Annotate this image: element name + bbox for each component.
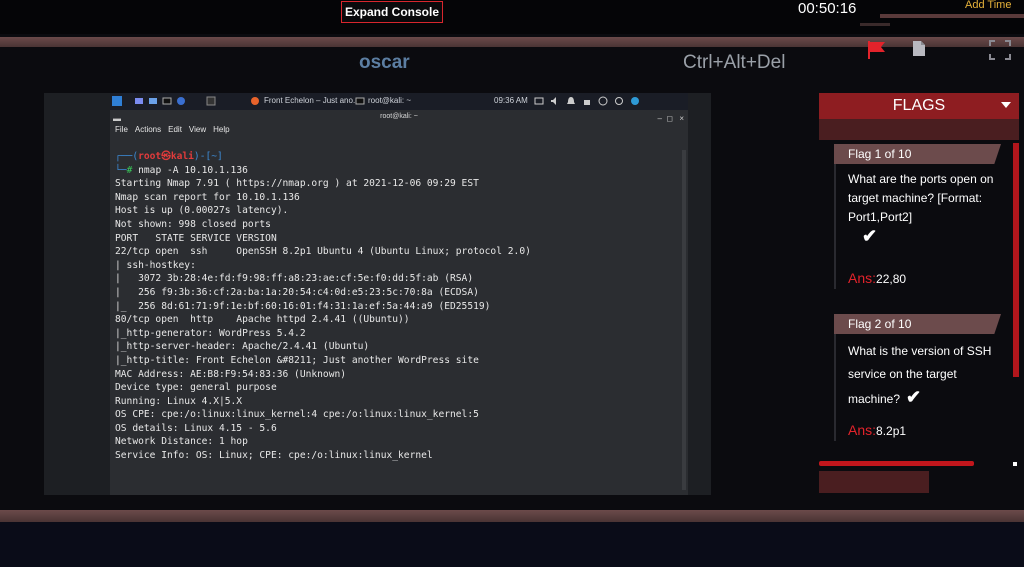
terminal-line: Starting Nmap 7.91 ( https://nmap.org ) … (115, 178, 479, 190)
terminal-line: PORT STATE SERVICE VERSION (115, 232, 277, 244)
top-decoration (880, 14, 1024, 18)
taskbar-clock: 09:36 AM (494, 96, 528, 105)
menu-actions[interactable]: Actions (135, 123, 161, 137)
document-icon[interactable] (912, 40, 926, 57)
taskbar-firefox-window[interactable]: Front Echelon – Just ano... (264, 96, 360, 105)
top-bar (0, 0, 1024, 34)
terminal-line: |_http-title: Front Echelon &#8211; Just… (115, 354, 479, 366)
lock-icon[interactable] (582, 96, 592, 106)
footer-area (0, 522, 1024, 567)
minimize-icon[interactable]: – (658, 112, 662, 125)
answer-value: 8.2p1 (876, 424, 907, 438)
add-time-button[interactable]: Add Time (965, 0, 1011, 11)
command-line: └─# nmap -A 10.10.1.136 (115, 164, 248, 176)
terminal-titlebar: ▬ root@kali: ~ – ◻ × (110, 110, 688, 123)
command-text: nmap -A 10.10.1.136 (138, 164, 248, 176)
flags-header-shadow (819, 119, 1019, 140)
display-icon[interactable] (534, 96, 544, 106)
session-name: oscar (359, 52, 410, 73)
terminal-line: Network Distance: 1 hop (115, 436, 248, 448)
flags-header-label: FLAGS (892, 97, 946, 114)
panel-bottom-decoration (819, 471, 929, 493)
refresh-icon[interactable] (614, 96, 624, 106)
terminal-line: Nmap scan report for 10.10.1.136 (115, 191, 300, 203)
scroll-dot (1013, 462, 1017, 466)
flag-card-2: Flag 2 of 10 What is the version of SSH … (834, 314, 1019, 441)
terminal-line: OS CPE: cpe:/o:linux:linux_kernel:4 cpe:… (115, 409, 479, 421)
flag-question: What are the ports open on target machin… (848, 172, 994, 224)
top-decoration-small (860, 23, 890, 26)
check-icon: ✔ (862, 226, 878, 246)
nmap-output: Starting Nmap 7.91 ( https://nmap.org ) … (115, 177, 685, 462)
desktop-icon[interactable] (134, 96, 144, 106)
kali-menu-icon[interactable] (112, 96, 122, 106)
volume-icon[interactable] (550, 96, 560, 106)
terminal-line: 22/tcp open ssh OpenSSH 8.2p1 Ubuntu 4 (… (115, 246, 531, 258)
terminal-line: |_http-generator: WordPress 5.4.2 (115, 327, 306, 339)
terminal-menu-bar: File Actions Edit View Help (110, 123, 688, 137)
check-icon: ✔ (906, 387, 922, 407)
terminal-line: Device type: general purpose (115, 382, 277, 394)
terminal-app-icon: ▬ (113, 114, 121, 123)
flag-title: Flag 2 of 10 (834, 314, 1001, 334)
vm-console[interactable]: Front Echelon – Just ano... root@kali: ~… (44, 93, 711, 495)
footer-band (0, 510, 1024, 522)
panel-scroll-progress (819, 461, 974, 466)
firefox-icon (251, 97, 259, 105)
answer-value: 22,80 (876, 272, 907, 286)
terminal-line: Service Info: OS: Linux; CPE: cpe:/o:lin… (115, 450, 433, 462)
terminal-line: Host is up (0.00027s latency). (115, 205, 289, 217)
flag-card-1: Flag 1 of 10 What are the ports open on … (834, 144, 1019, 289)
flag-title: Flag 1 of 10 (834, 144, 1001, 164)
files-icon[interactable] (148, 96, 158, 106)
terminal-line: |_http-server-header: Apache/2.4.41 (Ubu… (115, 341, 370, 353)
terminal-line: OS details: Linux 4.15 - 5.6 (115, 422, 277, 434)
terminal-line: |_ 256 8d:61:71:9f:1e:bf:60:16:01:f4:31:… (115, 300, 491, 312)
flags-panel: FLAGS Flag 1 of 10 What are the ports op… (819, 93, 1024, 493)
fullscreen-icon[interactable] (989, 40, 1011, 60)
flag-question: What is the version of SSH service on th… (848, 344, 992, 407)
browser-launch-icon[interactable] (176, 96, 186, 106)
terminal-scrollbar[interactable] (682, 150, 686, 490)
caret-down-icon[interactable] (1001, 102, 1011, 108)
kali-taskbar: Front Echelon – Just ano... root@kali: ~… (110, 93, 688, 110)
terminal-line: Running: Linux 4.X|5.X (115, 395, 243, 407)
terminal-line: MAC Address: AE:B8:F9:54:83:36 (Unknown) (115, 368, 347, 380)
terminal-line: | ssh-hostkey: (115, 259, 196, 271)
expand-console-button[interactable]: Expand Console (341, 1, 443, 23)
network-icon[interactable] (630, 96, 640, 106)
answer-label: Ans: (848, 270, 877, 286)
menu-help[interactable]: Help (213, 123, 229, 137)
menu-view[interactable]: View (189, 123, 206, 137)
terminal-line: | 256 f9:3b:36:cf:2a:ba:1a:20:54:c4:0d:e… (115, 286, 479, 298)
terminal-line: Not shown: 998 closed ports (115, 218, 271, 230)
terminal-launch-icon[interactable] (162, 96, 172, 106)
menu-file[interactable]: File (115, 123, 128, 137)
taskbar-terminal-window[interactable]: root@kali: ~ (368, 96, 411, 105)
terminal-window-icon (355, 97, 365, 105)
answer-label: Ans: (848, 422, 877, 438)
flag-body: What is the version of SSH service on th… (834, 334, 1008, 441)
flag-body: What are the ports open on target machin… (834, 164, 1008, 289)
terminal-line: | 3072 3b:28:4e:fd:f9:98:ff:a8:23:ae:cf:… (115, 273, 474, 285)
terminal-line: 80/tcp open http Apache httpd 2.4.41 ((U… (115, 314, 410, 326)
ctrl-alt-del-button[interactable]: Ctrl+Alt+Del (683, 52, 785, 74)
terminal-title: root@kali: ~ (380, 113, 418, 120)
flags-header[interactable]: FLAGS (819, 93, 1019, 119)
prompt-line: ┌──(root㉿kali)-[~] (115, 151, 223, 162)
terminal-output[interactable]: ┌──(root㉿kali)-[~] └─# nmap -A 10.10.1.13… (115, 150, 685, 490)
menu-edit[interactable]: Edit (168, 123, 182, 137)
close-icon[interactable]: × (679, 112, 684, 125)
workspace-icon[interactable] (206, 96, 216, 106)
terminal-window[interactable]: ▬ root@kali: ~ – ◻ × File Actions Edit V… (110, 110, 688, 495)
maximize-icon[interactable]: ◻ (666, 112, 673, 125)
flag-icon[interactable] (866, 40, 888, 60)
session-timer: 00:50:16 (798, 0, 857, 17)
notification-icon[interactable] (566, 96, 576, 106)
power-icon[interactable] (598, 96, 608, 106)
